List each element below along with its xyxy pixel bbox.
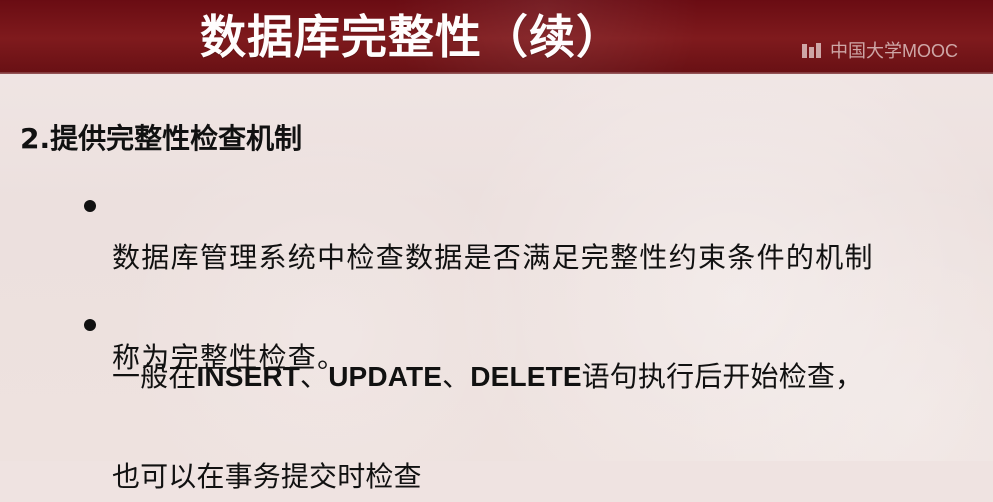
bullet-2-prefix: 一般在 [112,360,197,393]
bullet-text-2: 一般在INSERT、UPDATE、DELETE语句执行后开始检查， 也可以在事务… [112,302,978,502]
bullet-dot-icon [84,319,96,331]
section-heading: 2.提供完整性检查机制 [20,122,303,155]
slide-content: 2.提供完整性检查机制 数据库管理系统中检查数据是否满足完整性约束条件的机制 称… [0,0,993,493]
bullet-1-line-1: 数据库管理系统中检查数据是否满足完整性约束条件的机制 [112,241,874,274]
keyword-update: UPDATE [328,361,443,392]
bullet-item-2: 一般在INSERT、UPDATE、DELETE语句执行后开始检查， 也可以在事务… [84,302,984,493]
slide-canvas: 数据库完整性（续） 中国大学MOOC 2.提供完整性检查机制 数据库管理系统中检… [0,0,993,493]
separator-2: 、 [442,360,471,393]
bullet-2-suffix: 语句执行后开始检查， [581,360,864,393]
separator-1: 、 [300,360,329,393]
bullet-item-1: 数据库管理系统中检查数据是否满足完整性约束条件的机制 称为完整性检查。 [84,183,984,374]
keyword-insert: INSERT [196,361,301,392]
keyword-delete: DELETE [470,361,582,392]
bullet-2-line-2: 也可以在事务提交时检查 [112,460,422,493]
bullet-dot-icon [84,200,96,212]
